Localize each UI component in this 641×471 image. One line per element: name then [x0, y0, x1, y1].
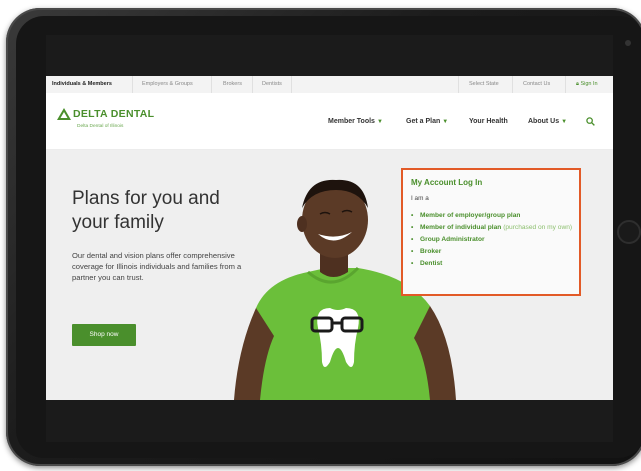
- login-option-dentist[interactable]: Dentist: [411, 260, 576, 269]
- login-option-broker[interactable]: Broker: [411, 248, 576, 257]
- login-intro: I am a: [411, 195, 429, 202]
- util-link-dentists[interactable]: Dentists: [262, 81, 282, 87]
- divider: [252, 76, 253, 93]
- camera-dot: [625, 40, 631, 46]
- screen-top-bar: [46, 35, 613, 76]
- divider: [132, 76, 133, 93]
- select-state-link[interactable]: Select State: [469, 81, 499, 87]
- login-option-individual-member[interactable]: Member of individual plan (purchased on …: [411, 224, 576, 233]
- nav-label: About Us: [528, 118, 560, 125]
- util-link-individuals[interactable]: Individuals & Members: [52, 81, 112, 87]
- screen-bottom-bar: [46, 400, 613, 442]
- login-option-label: Broker: [420, 248, 442, 256]
- utility-bar: Individuals & Members Employers & Groups…: [46, 76, 613, 94]
- nav-label: Member Tools: [328, 118, 375, 125]
- util-link-employers[interactable]: Employers & Groups: [142, 81, 193, 87]
- divider: [565, 76, 566, 93]
- logo-text: DELTA DENTAL: [73, 108, 155, 120]
- login-option-label: Member of individual plan: [420, 224, 502, 232]
- login-option-label: Member of employer/group plan: [420, 212, 521, 219]
- divider: [458, 76, 459, 93]
- divider: [211, 76, 212, 93]
- hero-banner: Plans for you and your family Our dental…: [46, 150, 613, 400]
- login-option-label: Dentist: [420, 260, 443, 268]
- login-option-note: (purchased on my own): [503, 224, 573, 232]
- nav-your-health[interactable]: Your Health: [469, 118, 508, 125]
- chevron-down-icon: ▼: [376, 119, 383, 125]
- login-option-employer-member[interactable]: Member of employer/group plan: [411, 212, 576, 221]
- shop-now-button[interactable]: Shop now: [72, 324, 136, 346]
- chevron-down-icon: ▼: [561, 119, 568, 125]
- login-option-label: Group Administrator: [420, 236, 485, 244]
- login-option-group-admin[interactable]: Group Administrator: [411, 236, 576, 245]
- website-screen: Individuals & Members Employers & Groups…: [46, 76, 613, 400]
- logo-subtext: Delta Dental of Illinois: [77, 124, 124, 129]
- account-login-panel: My Account Log In I am a Member of emplo…: [401, 168, 581, 296]
- nav-about-us[interactable]: About Us ▼: [528, 118, 567, 125]
- divider: [512, 76, 513, 93]
- contact-us-link[interactable]: Contact Us: [523, 81, 550, 87]
- sign-in-label: Sign In: [580, 81, 598, 87]
- nav-get-a-plan[interactable]: Get a Plan ▼: [406, 118, 448, 125]
- home-button: [617, 220, 641, 244]
- util-link-brokers[interactable]: Brokers: [223, 81, 242, 87]
- search-icon[interactable]: [586, 117, 595, 126]
- nav-label: Get a Plan: [406, 118, 441, 125]
- delta-logo-icon: [57, 108, 71, 120]
- chevron-down-icon: ▼: [442, 119, 449, 125]
- login-title: My Account Log In: [411, 178, 483, 187]
- nav-member-tools[interactable]: Member Tools ▼: [328, 118, 383, 125]
- lock-icon: 🔒︎: [576, 81, 579, 87]
- sign-in-link[interactable]: 🔒︎ Sign In: [576, 81, 598, 88]
- site-header: DELTA DENTAL Delta Dental of Illinois Me…: [46, 93, 613, 150]
- nav-label: Your Health: [469, 118, 508, 125]
- divider: [291, 76, 292, 93]
- login-options-list: Member of employer/group plan Member of …: [411, 212, 576, 272]
